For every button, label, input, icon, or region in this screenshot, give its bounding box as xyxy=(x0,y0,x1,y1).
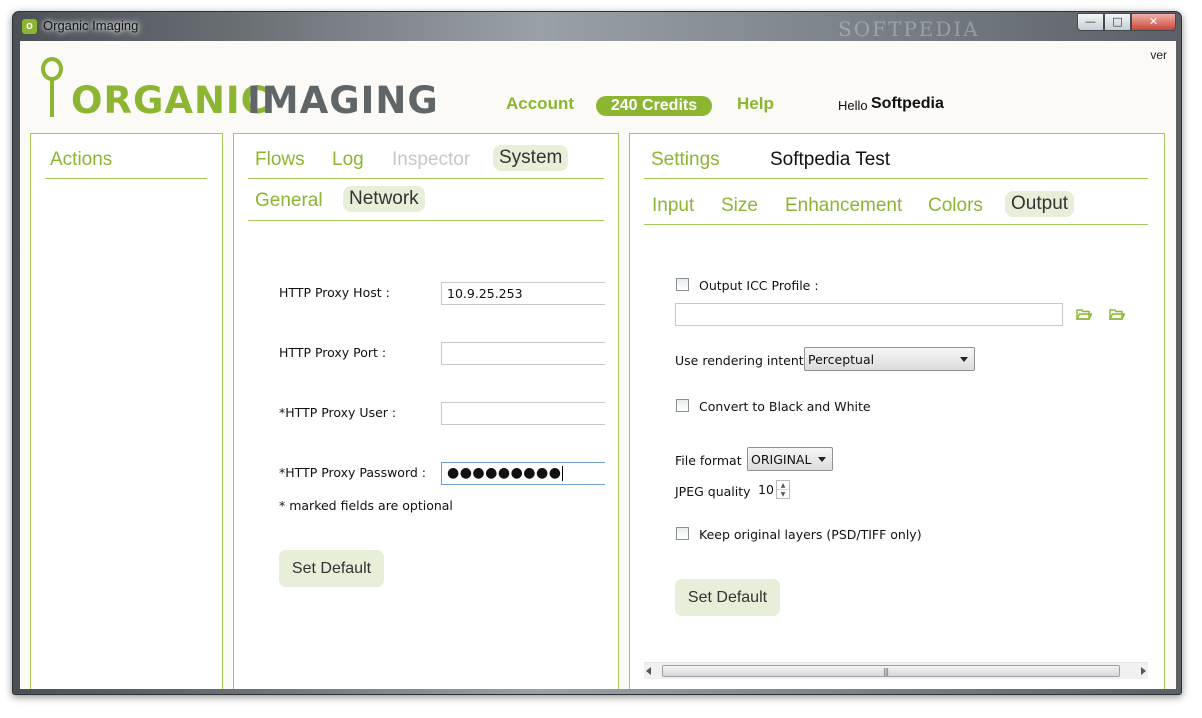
title-bar[interactable]: o Organic Imaging SOFTPEDIA — □ ✕ xyxy=(13,12,1181,41)
subtab-general[interactable]: General xyxy=(255,190,323,212)
rendering-intent-label: Use rendering intent xyxy=(675,353,804,368)
jpeg-quality-label: JPEG quality xyxy=(675,484,751,499)
tab-system[interactable]: System xyxy=(493,145,569,171)
subtab-network[interactable]: Network xyxy=(343,186,425,212)
file-format-select[interactable]: ORIGINAL xyxy=(747,447,833,471)
close-button[interactable]: ✕ xyxy=(1131,13,1176,31)
settings-panel: Settings Softpedia Test Input Size Enhan… xyxy=(629,133,1165,689)
logo-word-organic: ORGANIC xyxy=(71,79,269,122)
icc-profile-path-input[interactable] xyxy=(675,303,1063,326)
window-title: Organic Imaging xyxy=(43,18,139,33)
tab-flows[interactable]: Flows xyxy=(255,149,305,171)
proxy-user-label: *HTTP Proxy User : xyxy=(279,405,397,420)
file-format-value: ORIGINAL xyxy=(751,452,812,467)
scroll-thumb[interactable]: ||| xyxy=(662,665,1120,677)
scroll-left-icon[interactable] xyxy=(646,667,651,675)
divider xyxy=(644,178,1148,179)
tab-output[interactable]: Output xyxy=(1005,191,1075,217)
horizontal-scrollbar[interactable]: ||| xyxy=(644,662,1148,679)
jpeg-quality-stepper[interactable]: ▲ ▼ xyxy=(776,480,790,499)
keep-layers-label: Keep original layers (PSD/TIFF only) xyxy=(699,527,922,542)
actions-panel: Actions xyxy=(30,133,223,689)
logo-word-imaging: IMAGING xyxy=(247,79,439,122)
divider xyxy=(248,178,604,179)
account-link[interactable]: Account xyxy=(506,94,574,114)
proxy-password-input[interactable]: ●●●●●●●●● xyxy=(441,462,605,485)
version-label: ver xyxy=(1150,48,1167,62)
rendering-intent-select[interactable]: Perceptual xyxy=(804,347,975,371)
hello-label: Hello xyxy=(838,98,868,113)
password-mask: ●●●●●●●●● xyxy=(447,465,562,481)
app-window: o Organic Imaging SOFTPEDIA — □ ✕ ver OR… xyxy=(12,11,1182,695)
folder-open-icon[interactable] xyxy=(1076,308,1092,320)
tab-input[interactable]: Input xyxy=(652,195,694,217)
spin-up-icon[interactable]: ▲ xyxy=(777,481,789,490)
help-link[interactable]: Help xyxy=(737,94,774,114)
tab-size[interactable]: Size xyxy=(721,195,758,217)
divider xyxy=(248,220,604,221)
jpeg-quality-value[interactable]: 10 xyxy=(758,482,774,497)
system-panel: Flows Log Inspector System General Netwo… xyxy=(233,133,619,689)
spin-down-icon[interactable]: ▼ xyxy=(777,490,789,499)
minimize-button[interactable]: — xyxy=(1077,13,1104,31)
tab-enhancement[interactable]: Enhancement xyxy=(785,195,902,217)
proxy-password-label: *HTTP Proxy Password : xyxy=(279,465,426,480)
proxy-host-label: HTTP Proxy Host : xyxy=(279,285,390,300)
window-controls: — □ ✕ xyxy=(1077,13,1176,31)
set-default-button[interactable]: Set Default xyxy=(675,579,780,616)
maximize-button[interactable]: □ xyxy=(1104,13,1131,31)
keep-layers-checkbox[interactable] xyxy=(676,527,689,540)
output-icc-label: Output ICC Profile : xyxy=(699,278,819,293)
set-default-button[interactable]: Set Default xyxy=(279,550,384,587)
text-caret xyxy=(562,465,564,481)
file-format-label: File format xyxy=(675,453,742,468)
actions-title: Actions xyxy=(50,149,113,170)
settings-title: Settings xyxy=(651,149,720,170)
optional-note: * marked fields are optional xyxy=(279,498,453,513)
tab-inspector[interactable]: Inspector xyxy=(392,149,470,171)
scroll-right-icon[interactable] xyxy=(1141,667,1146,675)
output-icc-checkbox[interactable] xyxy=(676,278,689,291)
black-white-checkbox[interactable] xyxy=(676,399,689,412)
credits-badge[interactable]: 240 Credits xyxy=(596,96,712,116)
proxy-port-label: HTTP Proxy Port : xyxy=(279,345,387,360)
tab-log[interactable]: Log xyxy=(332,149,364,171)
proxy-user-input[interactable] xyxy=(441,402,605,425)
watermark: SOFTPEDIA xyxy=(838,17,980,41)
client-area: ver ORGANIC IMAGING Account 240 Credits … xyxy=(20,41,1176,689)
folder-open-icon[interactable] xyxy=(1109,308,1125,320)
dropdown-arrow-icon xyxy=(818,457,826,462)
logo-mark-icon xyxy=(39,57,69,117)
divider xyxy=(644,224,1148,225)
dropdown-arrow-icon xyxy=(960,357,968,362)
divider xyxy=(45,178,207,179)
rendering-intent-value: Perceptual xyxy=(808,352,875,367)
proxy-port-input[interactable] xyxy=(441,342,605,365)
proxy-host-input[interactable]: 10.9.25.253 xyxy=(441,282,605,305)
app-icon: o xyxy=(22,19,37,34)
black-white-label: Convert to Black and White xyxy=(699,399,871,414)
profile-name: Softpedia Test xyxy=(770,149,891,170)
user-name: Softpedia xyxy=(871,95,944,112)
tab-colors[interactable]: Colors xyxy=(928,195,983,217)
